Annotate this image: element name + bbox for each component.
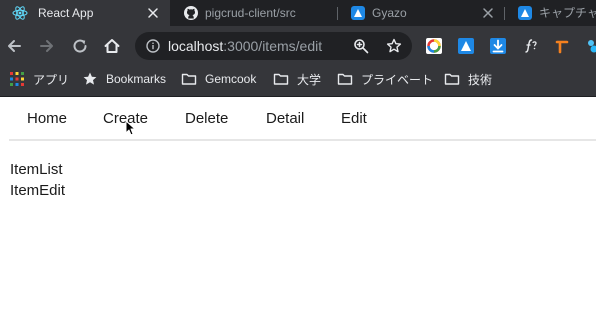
home-icon[interactable] [103, 37, 121, 55]
reload-icon[interactable] [71, 37, 89, 55]
tab-title: キャプチャ [539, 6, 596, 20]
folder-icon [337, 73, 353, 85]
browser-tab-capture[interactable]: キャプチャ [505, 0, 596, 26]
url-host: localhost [168, 38, 224, 54]
orange-ext-icon[interactable] [554, 38, 570, 54]
page-content: ItemList ItemEdit [10, 159, 65, 201]
bookmark-folder-gemcook[interactable]: Gemcook [181, 70, 256, 88]
zoom-icon[interactable] [353, 38, 369, 54]
folder-icon [444, 73, 460, 85]
browser-tab-strip: React App pigcrud-client/src Gyazo キャプチャ [0, 0, 596, 26]
bookmark-apps[interactable]: アプリ [9, 70, 69, 88]
url-path: :3000/items/edit [223, 38, 323, 54]
bookmark-label: 大学 [297, 72, 322, 87]
browser-toolbar: localhost:3000/items/edit [0, 26, 596, 64]
bookmark-folder-university[interactable]: 大学 [273, 70, 321, 88]
app-nav-bar: Home Create Delete Detail Edit [9, 98, 596, 141]
formula-ext-icon[interactable] [522, 38, 538, 54]
github-icon [184, 6, 198, 20]
apps-grid-icon [10, 72, 24, 86]
tab-title: React App [38, 6, 94, 20]
browser-tab-gyazo[interactable]: Gyazo [338, 0, 506, 26]
download-ext-icon[interactable] [490, 38, 506, 54]
gyazo-ext-icon[interactable] [458, 38, 474, 54]
nav-link-detail[interactable]: Detail [266, 110, 304, 128]
item-list-text: ItemList [10, 161, 63, 178]
nav-link-edit[interactable]: Edit [341, 110, 367, 128]
bookmark-label: 技術 [468, 72, 493, 87]
folder-icon [273, 73, 289, 85]
close-tab-icon[interactable] [146, 6, 160, 20]
address-bar[interactable]: localhost:3000/items/edit [135, 32, 412, 60]
tab-title: pigcrud-client/src [205, 6, 296, 20]
bookmark-label: プライベート [361, 72, 434, 87]
gyazo-icon [518, 6, 532, 20]
bookmark-star-icon[interactable] [386, 38, 402, 54]
bookmark-label: Gemcook [205, 72, 257, 86]
nav-link-home[interactable]: Home [27, 110, 67, 128]
page-viewport: Home Create Delete Detail Edit ItemList … [0, 98, 596, 324]
tab-title: Gyazo [372, 6, 407, 20]
nav-link-delete[interactable]: Delete [185, 110, 228, 128]
bookmark-label: Bookmarks [106, 72, 167, 86]
browser-tab-react-app[interactable]: React App [0, 0, 170, 26]
close-tab-icon[interactable] [481, 6, 495, 20]
bookmark-folder-tech[interactable]: 技術 [444, 70, 492, 88]
bookmark-bookmarks[interactable]: Bookmarks [82, 70, 166, 88]
react-icon [12, 6, 28, 20]
mouse-cursor-icon [125, 120, 135, 136]
bookmark-folder-private[interactable]: プライベート [337, 70, 433, 88]
url-text[interactable]: localhost:3000/items/edit [168, 38, 322, 54]
bookmarks-bar: アプリ Bookmarks Gemcook 大学 プライベート 技術 [0, 64, 596, 97]
color-picker-ext-icon[interactable] [426, 38, 442, 54]
bookmark-label: アプリ [33, 72, 70, 87]
star-icon [83, 72, 97, 85]
back-icon[interactable] [5, 37, 23, 55]
item-edit-text: ItemEdit [10, 182, 66, 199]
browser-tab-pigcrud[interactable]: pigcrud-client/src [171, 0, 336, 26]
forward-icon[interactable] [38, 37, 56, 55]
gyazo-icon [351, 6, 365, 20]
folder-icon [181, 73, 197, 85]
blue-ext-icon[interactable] [584, 38, 596, 54]
site-info-icon[interactable] [146, 39, 160, 53]
